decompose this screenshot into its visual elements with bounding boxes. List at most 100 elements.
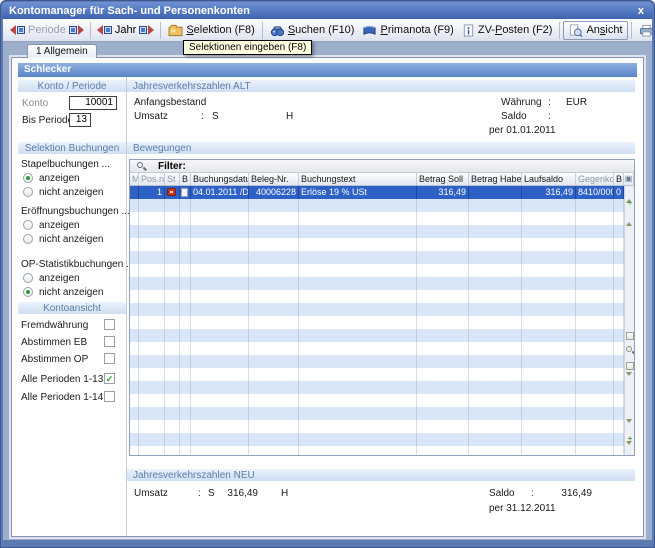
section-kontoansicht: Kontoansicht xyxy=(18,301,126,314)
arrow-left-icon xyxy=(97,25,103,35)
checkbox-abstimmen-op[interactable] xyxy=(104,353,115,364)
radio-op-anzeigen[interactable] xyxy=(23,273,33,283)
table-row-empty[interactable] xyxy=(130,355,624,368)
cell-empty xyxy=(180,433,191,446)
table-row-empty[interactable] xyxy=(130,238,624,251)
column-header-betrag-soll[interactable]: Betrag Soll xyxy=(417,173,469,185)
cell-empty xyxy=(614,394,624,407)
table-row-empty[interactable] xyxy=(130,381,624,394)
jahr-next-button[interactable] xyxy=(138,24,155,36)
radio-eroeffnung-nicht-anzeigen[interactable] xyxy=(23,234,33,244)
radio-op-nicht-anzeigen[interactable] xyxy=(23,287,33,297)
column-header-b[interactable]: B xyxy=(614,173,624,185)
column-header-betrag-haben[interactable]: Betrag Haben xyxy=(469,173,522,185)
periode-prev-button[interactable] xyxy=(9,24,26,36)
table-row-empty[interactable] xyxy=(130,329,624,342)
cell-empty xyxy=(249,303,299,316)
primanota-button[interactable]: Primanota (F9) xyxy=(358,21,457,40)
anfangsbestand-label: Anfangsbestand xyxy=(134,97,206,108)
cell-empty xyxy=(180,277,191,290)
cell-empty xyxy=(180,420,191,433)
cell-empty xyxy=(522,238,576,251)
table-row-empty[interactable] xyxy=(130,394,624,407)
konto-input[interactable]: 10001 xyxy=(69,96,117,110)
table-row-empty[interactable] xyxy=(130,420,624,433)
cell-empty xyxy=(191,212,249,225)
column-header-gegenkonto[interactable]: Gegenkonto xyxy=(576,173,614,185)
scroll-bottom-icon[interactable] xyxy=(626,445,634,453)
table-side-toolbar: + + xyxy=(624,186,634,455)
table-row-empty[interactable] xyxy=(130,199,624,212)
table-row-empty[interactable] xyxy=(130,433,624,446)
scroll-down-icon[interactable] xyxy=(626,423,634,431)
scroll-up-icon[interactable] xyxy=(626,210,634,218)
account-header: Schlecker xyxy=(18,63,637,77)
cell-empty xyxy=(180,199,191,212)
filter-row[interactable]: Filter: xyxy=(130,160,634,173)
checkbox-alle-perioden-1-14[interactable] xyxy=(104,391,115,402)
table-row-empty[interactable] xyxy=(130,277,624,290)
column-select-icon[interactable] xyxy=(626,332,634,340)
radio-stapel-nicht-anzeigen[interactable] xyxy=(23,187,33,197)
radio-stapel-anzeigen[interactable] xyxy=(23,173,33,183)
table-row-empty[interactable] xyxy=(130,225,624,238)
scroll-top-icon[interactable] xyxy=(626,187,634,195)
table-row-empty[interactable] xyxy=(130,212,624,225)
sum-icon[interactable] xyxy=(626,362,634,370)
column-header-pos-nr[interactable]: Pos.nr xyxy=(139,173,165,185)
drucken-button[interactable]: Drucken xyxy=(635,21,655,40)
cell-empty xyxy=(165,342,180,355)
table-row-empty[interactable] xyxy=(130,251,624,264)
checkbox-abstimmen-eb[interactable] xyxy=(104,336,115,347)
cell-empty xyxy=(299,238,417,251)
zoom-icon[interactable] xyxy=(626,346,634,354)
book-icon xyxy=(362,24,377,37)
cell-empty xyxy=(469,277,522,290)
selektion-button[interactable]: Selektion (F8) xyxy=(164,21,258,40)
table-row[interactable]: 104.01.2011 /Di40006228Erlöse 19 % USt31… xyxy=(130,186,624,199)
column-header-buchungstext[interactable]: Buchungstext xyxy=(299,173,417,185)
suchen-button[interactable]: Suchen (F10) xyxy=(266,21,359,40)
insert-row-icon[interactable]: + xyxy=(626,199,634,207)
jahr-prev-button[interactable] xyxy=(96,24,113,36)
filter-funnel-icon[interactable] xyxy=(626,376,634,384)
zv-posten-button[interactable]: ZV-Posten (F2) xyxy=(458,21,557,40)
table-row-empty[interactable] xyxy=(130,264,624,277)
bis-periode-input[interactable]: 13 xyxy=(69,113,91,127)
column-header-buchungsdatum[interactable]: Buchungsdatum xyxy=(191,173,249,185)
ansicht-button[interactable]: Ansicht xyxy=(563,21,627,40)
table-row-empty[interactable] xyxy=(130,290,624,303)
binoculars-icon xyxy=(270,24,285,37)
column-chooser-icon[interactable]: ▣ xyxy=(624,173,634,185)
table-row-empty[interactable] xyxy=(130,303,624,316)
cell-empty xyxy=(299,290,417,303)
table-row-empty[interactable] xyxy=(130,446,624,456)
table-row-empty[interactable] xyxy=(130,316,624,329)
radio-label: nicht anzeigen xyxy=(39,234,104,245)
checkbox-alle-perioden-1-13[interactable] xyxy=(104,373,115,384)
cell-empty xyxy=(522,446,576,456)
cell-empty xyxy=(469,264,522,277)
radio-eroeffnung-anzeigen[interactable] xyxy=(23,220,33,230)
toolbar-separator xyxy=(160,22,161,39)
tab-allgemein[interactable]: 1 Allgemein xyxy=(27,44,97,58)
column-header-b[interactable]: B xyxy=(180,173,191,185)
cell-empty xyxy=(139,238,165,251)
column-header-beleg-nr-[interactable]: Beleg-Nr. xyxy=(249,173,299,185)
column-header-m[interactable]: M xyxy=(130,173,139,185)
column-header-st[interactable]: St xyxy=(165,173,180,185)
periode-next-button[interactable] xyxy=(68,24,85,36)
checkbox-fremdwaehrung[interactable] xyxy=(104,319,115,330)
column-header-laufsaldo[interactable]: Laufsaldo xyxy=(522,173,576,185)
table-row-empty[interactable] xyxy=(130,368,624,381)
close-button[interactable]: x xyxy=(636,5,646,17)
cell-empty xyxy=(130,212,139,225)
cell-empty xyxy=(576,251,614,264)
table-row-empty[interactable] xyxy=(130,407,624,420)
table-row-empty[interactable] xyxy=(130,342,624,355)
cell-empty xyxy=(576,199,614,212)
colon: : xyxy=(531,488,534,499)
cell-empty xyxy=(522,342,576,355)
cell-empty xyxy=(417,355,469,368)
cell-empty xyxy=(249,355,299,368)
